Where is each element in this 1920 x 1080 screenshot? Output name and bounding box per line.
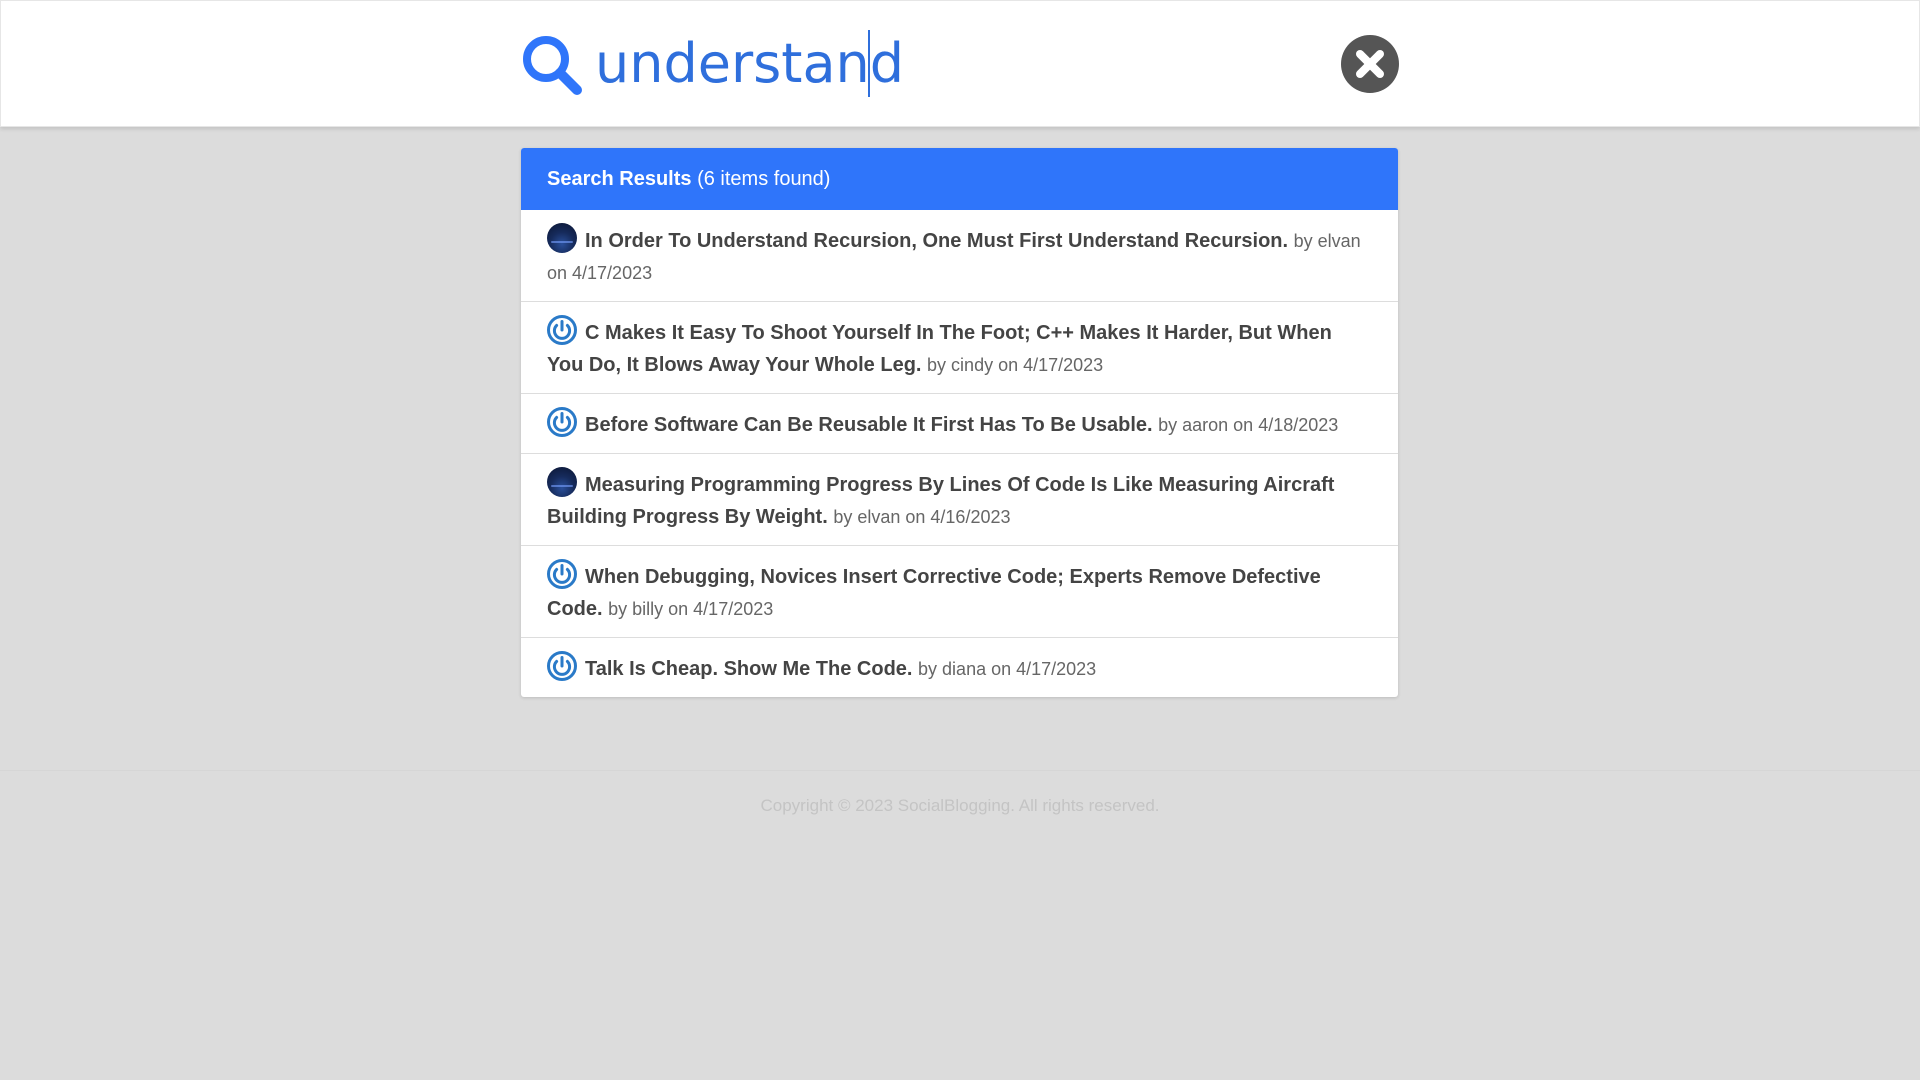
text-caret [868,30,870,97]
search-icon[interactable] [520,33,584,97]
result-item[interactable]: C Makes It Easy To Shoot Yourself In The… [521,301,1398,393]
post-title[interactable]: In Order To Understand Recursion, One Mu… [585,230,1288,252]
results-count: (6 items found) [697,168,831,190]
search-bar [0,0,1920,127]
result-item[interactable]: When Debugging, Novices Insert Correctiv… [521,545,1398,637]
close-icon [1356,50,1384,78]
post-meta: by elvan on 4/16/2023 [833,507,1011,527]
footer: Copyright © 2023 SocialBlogging. All rig… [0,770,1920,841]
avatar [547,223,577,253]
result-item[interactable]: Talk Is Cheap. Show Me The Code. by dian… [521,637,1398,697]
power-icon [547,407,577,437]
avatar [547,467,577,497]
post-meta: by billy on 4/17/2023 [608,599,774,619]
result-item[interactable]: Before Software Can Be Reusable It First… [521,393,1398,453]
power-icon [547,315,577,345]
results-list: In Order To Understand Recursion, One Mu… [521,210,1398,697]
power-icon [547,559,577,589]
result-item[interactable]: Measuring Programming Progress By Lines … [521,453,1398,545]
post-meta: by diana on 4/17/2023 [918,659,1097,679]
search-input[interactable] [595,25,1315,101]
copyright-text: Copyright © 2023 SocialBlogging. All rig… [760,796,1160,815]
result-item[interactable]: In Order To Understand Recursion, One Mu… [521,210,1398,301]
post-title[interactable]: Before Software Can Be Reusable It First… [585,414,1153,436]
post-meta: by cindy on 4/17/2023 [927,355,1104,375]
post-meta: by aaron on 4/18/2023 [1158,415,1339,435]
results-header-title: Search Results [547,168,692,190]
power-icon [547,651,577,681]
results-header: Search Results (6 items found) [521,148,1398,210]
post-title[interactable]: Talk Is Cheap. Show Me The Code. [585,658,912,680]
close-button[interactable] [1341,35,1399,93]
search-results-panel: Search Results (6 items found) In Order … [521,148,1398,697]
